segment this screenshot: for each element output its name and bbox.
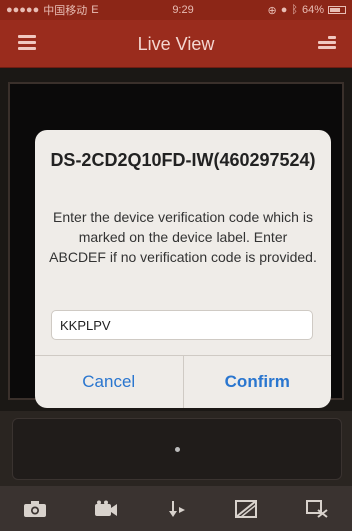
- dialog-button-row: Cancel Confirm: [35, 355, 331, 408]
- cancel-button[interactable]: Cancel: [35, 356, 183, 408]
- page-title: Live View: [137, 34, 215, 54]
- camera-icon[interactable]: [22, 498, 48, 520]
- close-all-icon[interactable]: [304, 498, 330, 520]
- battery-icon: [327, 6, 346, 14]
- lock-icon: ⊕: [267, 4, 277, 17]
- dialog-message: Enter the device verification code which…: [49, 209, 317, 265]
- nav-bar: Live View: [0, 20, 352, 68]
- device-list-icon[interactable]: [318, 36, 336, 50]
- bluetooth-icon: ᛒ: [291, 4, 298, 16]
- ptz-control-icon[interactable]: [163, 498, 189, 520]
- image-quality-icon[interactable]: [233, 498, 259, 520]
- verification-code-input[interactable]: [51, 310, 313, 340]
- verification-dialog: DS-2CD2Q10FD-IW(460297524) Enter the dev…: [35, 130, 331, 408]
- bottom-toolbar: [0, 486, 352, 531]
- battery-percent: 64%: [301, 4, 324, 16]
- network-type: E: [91, 4, 99, 16]
- dialog-title: DS-2CD2Q10FD-IW(460297524): [50, 150, 316, 170]
- add-channel-slot[interactable]: [12, 418, 342, 480]
- status-time: 9:29: [172, 4, 194, 16]
- carrier-label: 中国移动: [43, 5, 88, 17]
- confirm-button[interactable]: Confirm: [182, 356, 332, 408]
- slot-indicator-icon: [175, 447, 180, 452]
- alarm-icon: ●: [280, 4, 288, 16]
- video-record-icon[interactable]: [93, 498, 119, 520]
- status-bar: ●●●●● 中国移动 E 9:29 ⊕ ● ᛒ 64%: [0, 0, 352, 20]
- signal-dots: ●●●●●: [6, 4, 40, 16]
